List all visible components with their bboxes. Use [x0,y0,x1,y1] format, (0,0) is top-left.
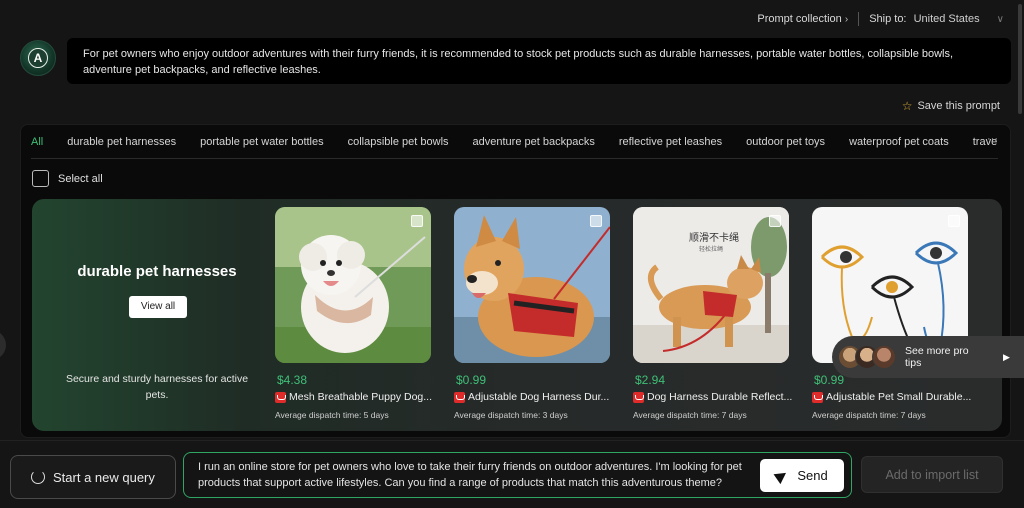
product-dispatch-time: Average dispatch time: 3 days [454,410,568,420]
product-dispatch-time: Average dispatch time: 7 days [812,410,926,420]
product-title[interactable]: Adjustable Pet Small Durable... [812,391,972,403]
product-image[interactable]: 顺滑不卡绳 轻松拉绳 [633,207,789,363]
product-image-subcaption: 轻松拉绳 [699,246,724,253]
tab-reflective-pet-leashes[interactable]: reflective pet leashes [619,135,722,157]
store-badge-icon [454,391,465,403]
product-price: $4.38 [277,373,308,387]
store-badge-icon [633,391,644,403]
product-image[interactable] [454,207,610,363]
start-new-query-button[interactable]: Start a new query [10,455,176,499]
query-input[interactable]: I run an online store for pet owners who… [183,452,852,498]
product-title[interactable]: Mesh Breathable Puppy Dog... [275,391,435,403]
product-title[interactable]: Adjustable Dog Harness Dur... [454,391,614,403]
chevron-right-icon: › [844,14,849,25]
view-all-button[interactable]: View all [129,296,187,318]
product-card[interactable]: 顺滑不卡绳 轻松拉绳 $2.94 Dog Harness Durable Ref… [633,207,792,427]
app-root: Prompt collection › Ship to: United Stat… [0,0,1024,508]
tabs-divider [31,158,998,159]
product-checkbox[interactable] [769,215,781,227]
prompt-collection-label: Prompt collection [757,13,842,25]
store-badge-icon [275,391,286,403]
results-panel: All durable pet harnesses portable pet w… [20,124,1011,438]
product-card[interactable]: $4.38 Mesh Breathable Puppy Dog... Avera… [275,207,432,427]
product-card[interactable]: $0.99 Adjustable Dog Harness Dur... Aver… [454,207,610,427]
refresh-icon [31,470,45,484]
add-to-import-list-button[interactable]: Add to import list [861,456,1003,493]
save-prompt-label: Save this prompt [917,100,1000,112]
query-text[interactable]: I run an online store for pet owners who… [198,459,748,491]
category-description: Secure and sturdy harnesses for active p… [65,373,249,401]
product-title-text: Dog Harness Durable Reflect... [647,391,793,403]
product-title-text: Adjustable Pet Small Durable... [826,391,972,403]
ship-to-label: Ship to: [869,13,907,25]
expert-avatar [872,345,896,369]
tab-waterproof-pet-coats[interactable]: waterproof pet coats [849,135,949,157]
tab-all[interactable]: All [31,135,43,157]
product-title[interactable]: Dog Harness Durable Reflect... [633,391,793,403]
category-title: durable pet harnesses [77,263,237,280]
chevron-down-icon: ∨ [996,14,1004,25]
pro-tips-button[interactable]: See more pro tips ▶ [832,336,1024,378]
product-price: $2.94 [635,373,666,387]
tab-portable-pet-water-bottles[interactable]: portable pet water bottles [200,135,324,157]
product-dispatch-time: Average dispatch time: 5 days [275,410,389,420]
divider [858,12,860,26]
prompt-text: For pet owners who enjoy outdoor adventu… [83,48,954,76]
tab-durable-pet-harnesses[interactable]: durable pet harnesses [67,135,176,157]
assistant-avatar: A [20,40,56,76]
expert-avatars [838,345,896,369]
play-arrow-icon: ▶ [1003,351,1010,362]
store-badge-icon [812,391,823,403]
send-label: Send [797,467,828,483]
send-button[interactable]: Send [760,459,844,492]
pro-tips-label: See more pro tips [905,345,969,369]
ship-to-country: United States [913,13,980,25]
select-all[interactable]: Select all [32,170,103,187]
product-checkbox[interactable] [590,215,602,227]
category-card: durable pet harnesses View all Secure an… [32,199,282,431]
page-scrollbar[interactable] [1018,4,1022,114]
prompt-bubble: For pet owners who enjoy outdoor adventu… [67,38,1011,84]
tab-collapsible-pet-bowls[interactable]: collapsible pet bowls [348,135,449,157]
top-bar: Prompt collection › Ship to: United Stat… [757,12,1004,26]
save-prompt-button[interactable]: ☆ Save this prompt [902,99,1000,113]
product-checkbox[interactable] [411,215,423,227]
select-all-checkbox[interactable] [32,170,49,187]
product-card[interactable]: $0.99 Adjustable Pet Small Durable... Av… [812,207,971,427]
send-icon [773,467,790,484]
category-tabs: All durable pet harnesses portable pet w… [31,135,998,157]
ship-to-selector[interactable]: Ship to: United States ∨ [869,13,1004,25]
select-all-label: Select all [58,172,103,185]
product-price: $0.99 [814,373,845,387]
more-tabs-icon[interactable]: ··· [987,133,998,145]
start-new-query-label: Start a new query [53,469,155,485]
category-row: durable pet harnesses View all Secure an… [32,199,1002,431]
product-price: $0.99 [456,373,487,387]
tab-outdoor-pet-toys[interactable]: outdoor pet toys [746,135,825,157]
product-checkbox[interactable] [948,215,960,227]
prompt-collection-link[interactable]: Prompt collection › [757,13,848,25]
star-icon: ☆ [901,99,913,113]
product-image-caption: 顺滑不卡绳 [689,233,739,244]
assistant-logo-icon: A [28,48,48,68]
bottom-bar: Start a new query I run an online store … [0,440,1024,508]
side-collapse-handle[interactable] [0,330,6,360]
product-title-text: Mesh Breathable Puppy Dog... [289,391,433,403]
tab-adventure-pet-backpacks[interactable]: adventure pet backpacks [473,135,595,157]
product-title-text: Adjustable Dog Harness Dur... [468,391,610,403]
product-dispatch-time: Average dispatch time: 7 days [633,410,747,420]
product-image[interactable] [275,207,431,363]
